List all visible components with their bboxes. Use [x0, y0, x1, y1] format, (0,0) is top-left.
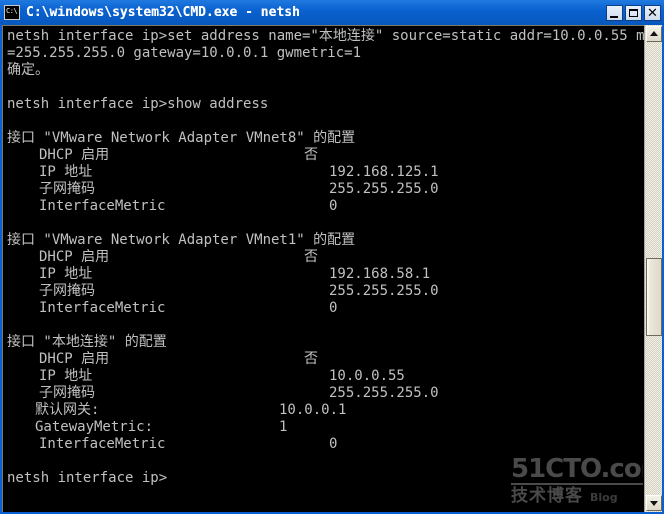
- console-line: =255.255.255.0 gateway=10.0.0.1 gwmetric…: [7, 45, 645, 62]
- console-line: DHCP 启用 否: [7, 147, 645, 164]
- close-icon: ✕: [647, 5, 658, 21]
- console-text: 接口 "VMware Network Adapter VMnet8" 的配置: [7, 130, 356, 146]
- minimize-icon: [610, 15, 618, 18]
- scrollbar-thumb[interactable]: [646, 258, 662, 336]
- console-line: netsh interface ip>set address name="本地连…: [7, 28, 645, 45]
- console-text: 255.255.255.0: [329, 283, 439, 299]
- console-text: netsh interface ip>show address: [7, 96, 269, 112]
- console-text: netsh interface ip>: [7, 470, 168, 486]
- watermark-subtitle: 技术博客 Blog: [511, 487, 643, 506]
- console-output: netsh interface ip>set address name="本地连…: [7, 28, 645, 487]
- minimize-button[interactable]: [606, 4, 623, 21]
- console-text: 接口 "VMware Network Adapter VMnet1" 的配置: [7, 232, 356, 248]
- close-button[interactable]: ✕: [644, 4, 661, 21]
- window-controls: ✕: [604, 4, 661, 21]
- console-text: 10.0.0.55: [329, 368, 405, 384]
- console-line: 接口 "VMware Network Adapter VMnet1" 的配置: [7, 232, 645, 249]
- console-text: 否: [304, 249, 318, 265]
- console-line: InterfaceMetric 0: [7, 300, 645, 317]
- console-text: 子网掩码: [39, 385, 95, 401]
- console-text: =255.255.255.0 gateway=10.0.0.1 gwmetric…: [7, 45, 362, 61]
- console-line: netsh interface ip>show address: [7, 96, 645, 113]
- console-line: netsh interface ip>: [7, 470, 645, 487]
- console-text: DHCP 启用: [39, 249, 110, 265]
- console-line: 子网掩码 255.255.255.0: [7, 181, 645, 198]
- console-line: IP 地址 192.168.125.1: [7, 164, 645, 181]
- chevron-up-icon: [650, 31, 658, 36]
- maximize-button[interactable]: [625, 4, 642, 21]
- console-text: 否: [304, 147, 318, 163]
- console-text: 子网掩码: [39, 283, 95, 299]
- console-line: 接口 "VMware Network Adapter VMnet8" 的配置: [7, 130, 645, 147]
- console-icon-glyph: C:\: [6, 7, 18, 15]
- console-icon[interactable]: C:\: [4, 5, 20, 20]
- watermark-blog: Blog: [590, 491, 618, 504]
- console-area[interactable]: netsh interface ip>set address name="本地连…: [2, 25, 662, 512]
- console-text: 0: [329, 436, 338, 452]
- title-bar[interactable]: C:\ C:\windows\system32\CMD.exe - netsh …: [0, 0, 664, 25]
- console-text: 255.255.255.0: [329, 385, 439, 401]
- console-text: IP 地址: [39, 266, 93, 282]
- console-text: InterfaceMetric: [39, 436, 166, 452]
- console-text: 确定。: [7, 62, 49, 78]
- console-text: 1: [279, 419, 288, 435]
- console-text: netsh interface ip>set address name="本地连…: [7, 28, 645, 44]
- maximize-icon: [629, 8, 638, 17]
- console-text: InterfaceMetric: [39, 300, 166, 316]
- console-text: DHCP 启用: [39, 147, 110, 163]
- console-text: 10.0.0.1: [279, 402, 347, 418]
- window-title: C:\windows\system32\CMD.exe - netsh: [26, 5, 300, 20]
- console-line: InterfaceMetric 0: [7, 436, 645, 453]
- console-text: 默认网关:: [35, 402, 100, 418]
- console-text: 0: [329, 198, 338, 214]
- console-line: InterfaceMetric 0: [7, 198, 645, 215]
- console-text: DHCP 启用: [39, 351, 110, 367]
- console-text: IP 地址: [39, 368, 93, 384]
- chevron-down-icon: [650, 501, 658, 506]
- console-text: 192.168.58.1: [329, 266, 431, 282]
- console-text: 0: [329, 300, 338, 316]
- console-text: GatewayMetric:: [35, 419, 154, 435]
- console-text: InterfaceMetric: [39, 198, 166, 214]
- console-text: 子网掩码: [39, 181, 95, 197]
- console-line: 接口 "本地连接" 的配置: [7, 334, 645, 351]
- console-text: 255.255.255.0: [329, 181, 439, 197]
- console-line: GatewayMetric: 1: [7, 419, 645, 436]
- console-line: IP 地址 192.168.58.1: [7, 266, 645, 283]
- console-line: IP 地址 10.0.0.55: [7, 368, 645, 385]
- console-text: 接口 "本地连接" 的配置: [7, 334, 167, 350]
- console-line: DHCP 启用 否: [7, 351, 645, 368]
- console-text: 192.168.125.1: [329, 164, 439, 180]
- console-line: DHCP 启用 否: [7, 249, 645, 266]
- cmd-window: C:\ C:\windows\system32\CMD.exe - netsh …: [0, 0, 664, 514]
- console-line: 子网掩码 255.255.255.0: [7, 283, 645, 300]
- watermark-cn: 技术博客: [511, 486, 583, 506]
- scroll-up-button[interactable]: [646, 26, 662, 42]
- console-screen[interactable]: netsh interface ip>set address name="本地连…: [3, 26, 645, 512]
- vertical-scrollbar[interactable]: [644, 25, 662, 512]
- console-line: 子网掩码 255.255.255.0: [7, 385, 645, 402]
- console-text: 否: [304, 351, 318, 367]
- scroll-down-button[interactable]: [646, 495, 662, 511]
- console-line: 默认网关: 10.0.0.1: [7, 402, 645, 419]
- console-line: 确定。: [7, 62, 645, 79]
- console-text: IP 地址: [39, 164, 93, 180]
